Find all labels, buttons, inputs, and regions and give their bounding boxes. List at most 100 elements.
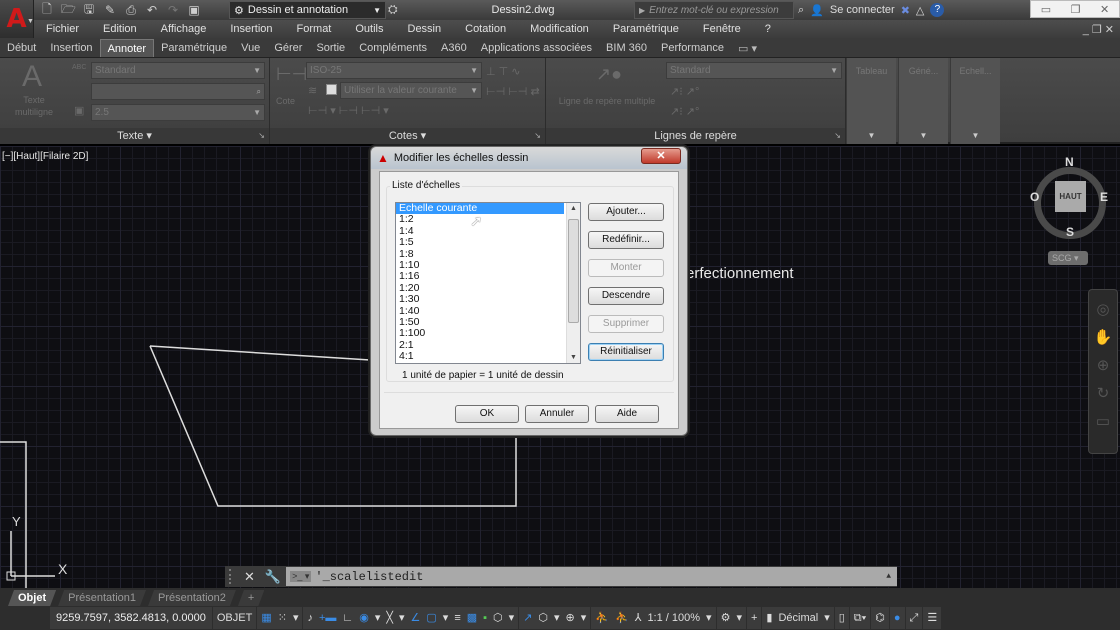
chevron-down-icon[interactable]: ▾: [375, 607, 381, 629]
scale-list-item[interactable]: 4:1: [396, 350, 564, 362]
grid-icon[interactable]: ▦: [261, 607, 271, 629]
clean-screen-icon[interactable]: ⤢: [905, 607, 923, 629]
sign-in-link[interactable]: Se connecter: [830, 4, 895, 16]
3d-osnap-icon[interactable]: ⬡: [493, 607, 503, 629]
tab-sortie[interactable]: Sortie: [309, 39, 352, 57]
scale-list-item[interactable]: 1:20: [396, 282, 564, 294]
ok-button[interactable]: OK: [455, 405, 519, 423]
dim-style-select[interactable]: ISO-25 ▼: [306, 62, 482, 79]
workspace-switch[interactable]: ⚙ ▾: [716, 607, 746, 629]
text-style-select[interactable]: Standard ▼: [91, 62, 265, 79]
scale-list-item[interactable]: 1:30: [396, 293, 564, 305]
infer-constraints-icon[interactable]: ♪: [307, 607, 313, 629]
compass-south[interactable]: S: [1066, 225, 1074, 239]
tab-gerer[interactable]: Gérer: [267, 39, 309, 57]
ucs-menu[interactable]: SCG ▾: [1048, 251, 1088, 265]
chevron-down-icon[interactable]: ▾: [443, 607, 449, 629]
redefine-scale-button[interactable]: Redéfinir...: [588, 231, 664, 249]
multileader-button[interactable]: Ligne de repère multiple: [552, 96, 662, 106]
isodraft-icon[interactable]: ╳: [386, 607, 393, 629]
menu-parametrique[interactable]: Paramétrique: [601, 23, 691, 35]
scale-list-item[interactable]: 1:8: [396, 248, 564, 260]
dimension-button[interactable]: Cote: [276, 96, 295, 106]
auto-scale-icon[interactable]: ⛹: [615, 607, 629, 629]
tab-performance[interactable]: Performance: [654, 39, 731, 57]
scale-list-item[interactable]: 2:1: [396, 339, 564, 351]
annotation-monitor-icon[interactable]: +: [746, 607, 762, 629]
plot-icon[interactable]: ▣: [187, 3, 201, 17]
panel-title-texte[interactable]: Texte ▾ ↘: [0, 128, 269, 144]
help-button[interactable]: Aide: [595, 405, 659, 423]
snap-icon[interactable]: ⁙: [278, 607, 287, 629]
move-up-button[interactable]: Monter: [588, 259, 664, 277]
dim-layer-select[interactable]: Utiliser la valeur courante ▼: [340, 82, 482, 99]
layout-tab-presentation1[interactable]: Présentation1: [58, 590, 146, 606]
wrench-icon[interactable]: 🔧: [265, 569, 281, 585]
dynamic-input-icon[interactable]: +▬: [319, 607, 336, 629]
viewport-controls-label[interactable]: [−][Haut][Filaire 2D]: [2, 151, 88, 162]
compass-north[interactable]: N: [1065, 155, 1074, 169]
steering-wheel-icon[interactable]: ◎: [1089, 300, 1117, 318]
ribbon-toggle-icon[interactable]: ▭ ▾: [731, 39, 764, 57]
viewcube-face-top[interactable]: HAUT: [1055, 181, 1086, 212]
selection-cycling-icon[interactable]: ▪: [483, 607, 487, 629]
tab-complements[interactable]: Compléments: [352, 39, 434, 57]
drag-handle[interactable]: [229, 569, 239, 584]
panel-title-cotes[interactable]: Cotes ▾ ↘: [270, 128, 545, 144]
hardware-acceleration-icon[interactable]: ●: [889, 607, 905, 629]
collapsed-panel-generer[interactable]: Géné... ▼: [898, 58, 948, 144]
autodesk-icon[interactable]: △: [916, 4, 924, 17]
chevron-down-icon[interactable]: ▾: [581, 607, 587, 629]
object-snap-tracking-icon[interactable]: ∠: [411, 607, 421, 629]
delete-scale-button[interactable]: Supprimer: [588, 315, 664, 333]
selection-filter-icon[interactable]: ⬡: [538, 607, 548, 629]
chevron-up-icon[interactable]: ▲: [886, 572, 891, 581]
chevron-down-icon[interactable]: ▾: [706, 607, 712, 629]
pan-icon[interactable]: ✋: [1089, 328, 1117, 346]
collapsed-panel-echelle[interactable]: Echell... ▼: [950, 58, 1000, 144]
scale-list-item[interactable]: 1:40: [396, 305, 564, 317]
scale-listbox[interactable]: Echelle courante 1:2 1:4 1:5 1:8 1:10 1:16 1:20…: [395, 202, 581, 364]
chevron-down-icon[interactable]: ▾: [554, 607, 560, 629]
document-window-controls[interactable]: _ ❐ ✕: [1083, 23, 1120, 36]
chevron-down-icon[interactable]: ▾: [509, 607, 515, 629]
add-layout-button[interactable]: +: [238, 590, 264, 606]
tab-bim360[interactable]: BIM 360: [599, 39, 654, 57]
panel-title-lignes[interactable]: Lignes de repère ↘: [546, 128, 845, 144]
dimension-tools-icon[interactable]: ⊢⊣ ▾ ⊢⊣ ⊢⊣ ▾: [308, 104, 389, 117]
close-icon[interactable]: ✕: [1100, 3, 1109, 16]
restore-icon[interactable]: ❐: [1071, 3, 1081, 16]
customization-menu-icon[interactable]: ☰: [923, 607, 942, 629]
dialog-launcher-icon[interactable]: ↘: [258, 128, 265, 144]
dialog-launcher-icon[interactable]: ↘: [534, 128, 541, 144]
viewcube[interactable]: HAUT N S E O: [1030, 155, 1110, 240]
ortho-icon[interactable]: ∟: [342, 607, 353, 629]
compass-east[interactable]: E: [1100, 190, 1108, 204]
menu-fichier[interactable]: Fichier: [34, 23, 91, 35]
command-input[interactable]: >_ ▾ '_scalelistedit ▲: [286, 567, 897, 586]
chevron-down-icon[interactable]: ▾: [399, 607, 405, 629]
lock-ui-icon[interactable]: ⧉▾: [849, 607, 871, 629]
compass-west[interactable]: O: [1030, 190, 1039, 204]
new-icon[interactable]: 🗋: [40, 0, 54, 21]
add-scale-button[interactable]: Ajouter...: [588, 203, 664, 221]
layout-tab-objet[interactable]: Objet: [8, 590, 56, 606]
layout-tab-presentation2[interactable]: Présentation2: [148, 590, 236, 606]
print-icon[interactable]: ⎙: [124, 3, 138, 18]
leader-tools-icons[interactable]: ↗⁝ ↗° ↗⁝ ↗°: [670, 82, 699, 122]
tab-applications-associees[interactable]: Applications associées: [474, 39, 599, 57]
model-space-toggle[interactable]: OBJET: [212, 607, 257, 629]
menu-format[interactable]: Format: [285, 23, 344, 35]
save-as-icon[interactable]: ✎: [103, 3, 117, 17]
cancel-button[interactable]: Annuler: [525, 405, 589, 423]
tab-parametrique[interactable]: Paramétrique: [154, 39, 234, 57]
menu-outils[interactable]: Outils: [343, 23, 395, 35]
application-menu-button[interactable]: A ▼: [0, 0, 34, 38]
transparency-icon[interactable]: ▩: [467, 607, 477, 629]
menu-insertion[interactable]: Insertion: [218, 23, 284, 35]
scroll-up-icon[interactable]: ▲: [570, 205, 577, 212]
tab-insertion[interactable]: Insertion: [43, 39, 99, 57]
leader-style-select[interactable]: Standard ▼: [666, 62, 842, 79]
menu-affichage[interactable]: Affichage: [149, 23, 219, 35]
annotation-visibility-icon[interactable]: ⛹: [595, 607, 609, 629]
